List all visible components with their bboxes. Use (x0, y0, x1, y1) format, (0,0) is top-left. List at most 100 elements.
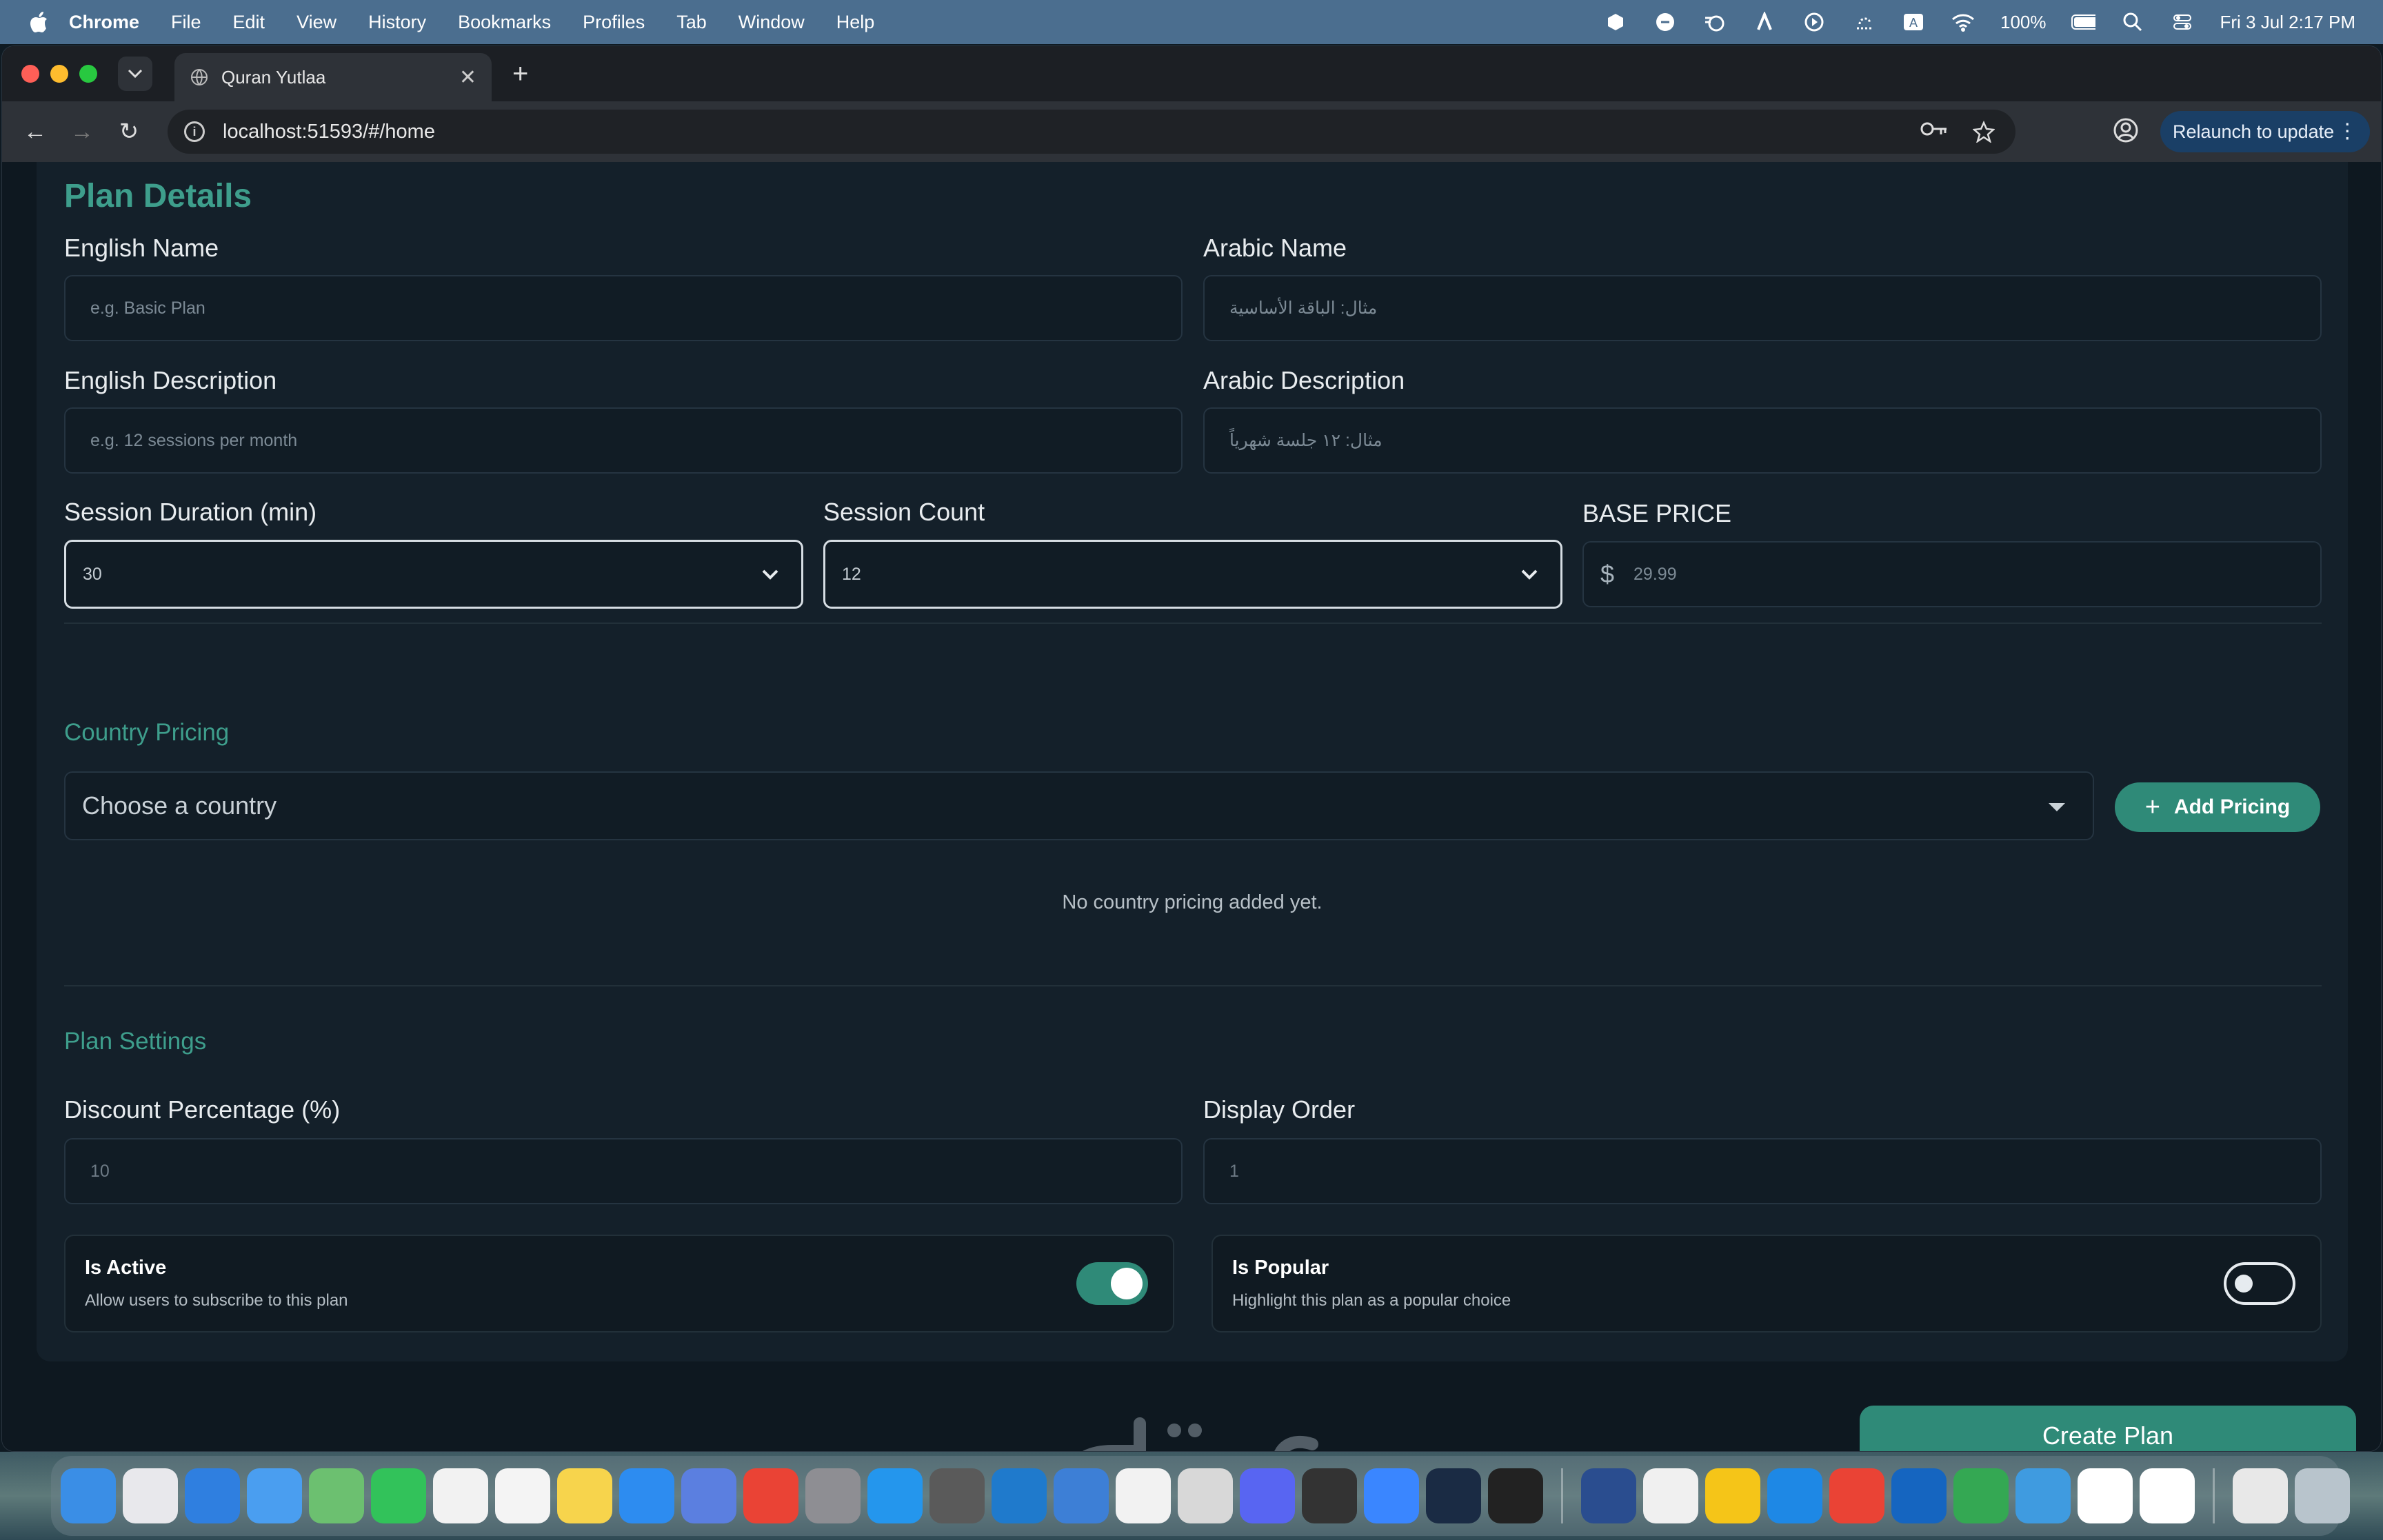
wifi-icon[interactable] (1951, 10, 1975, 34)
chrome-icon[interactable] (743, 1468, 798, 1523)
menu-app-name[interactable]: Chrome (69, 12, 139, 33)
testflight-icon[interactable] (2015, 1468, 2071, 1523)
terminal-icon[interactable] (1302, 1468, 1357, 1523)
weather-icon[interactable] (1702, 10, 1727, 34)
numbers-icon[interactable] (1643, 1468, 1698, 1523)
system-settings-icon[interactable] (805, 1468, 861, 1523)
vscode-icon[interactable] (992, 1468, 1047, 1523)
bookmark-star-icon[interactable] (1973, 121, 1995, 143)
english-description-input[interactable]: e.g. 12 sessions per month (64, 407, 1183, 474)
session-duration-select[interactable]: 30 (64, 540, 803, 609)
is-popular-toggle[interactable] (2224, 1262, 2295, 1305)
arabic-description-input[interactable]: مثال: ١٢ جلسة شهرياً (1203, 407, 2322, 474)
address-bar[interactable]: i localhost:51593/#/home (168, 110, 2015, 154)
notes-icon[interactable] (557, 1468, 612, 1523)
country-select[interactable]: Choose a country (64, 771, 2094, 840)
menu-edit[interactable]: Edit (233, 12, 265, 33)
trash-icon[interactable] (2295, 1468, 2350, 1523)
maps-icon[interactable] (309, 1468, 364, 1523)
quicktime-icon[interactable] (1767, 1468, 1822, 1523)
spotlight-search-icon[interactable] (2120, 10, 2145, 34)
arabic-description-label: Arabic Description (1203, 366, 1405, 394)
menu-view[interactable]: View (296, 12, 336, 33)
tips-icon[interactable] (1705, 1468, 1760, 1523)
battery-icon[interactable] (2071, 10, 2096, 34)
app-store-icon[interactable] (619, 1468, 674, 1523)
menu-history[interactable]: History (368, 12, 426, 33)
more-menu-icon[interactable]: ⋮ (2337, 119, 2357, 143)
apple-icon[interactable] (26, 8, 51, 36)
base-price-input[interactable]: $ 29.99 (1582, 541, 2322, 607)
xcode-icon[interactable] (1581, 1468, 1636, 1523)
mileage-app-icon[interactable] (2078, 1468, 2133, 1523)
device-preview-icon[interactable] (2140, 1468, 2195, 1523)
chat-icon[interactable] (1653, 10, 1678, 34)
add-pricing-button[interactable]: + Add Pricing (2115, 782, 2320, 832)
add-pricing-label: Add Pricing (2173, 796, 2291, 818)
display-order-input[interactable]: 1 (1203, 1138, 2322, 1204)
launchpad-icon[interactable] (123, 1468, 178, 1523)
control-center-icon[interactable] (2170, 10, 2195, 34)
documents-stack-icon[interactable] (2233, 1468, 2288, 1523)
discount-percentage-input[interactable]: 10 (64, 1138, 1183, 1204)
reminders-icon[interactable] (495, 1468, 550, 1523)
mail-icon[interactable] (247, 1468, 302, 1523)
facetime-icon[interactable] (371, 1468, 426, 1523)
menu-profiles[interactable]: Profiles (583, 12, 645, 33)
arc-icon[interactable] (1426, 1468, 1481, 1523)
play-circle-icon[interactable] (1802, 10, 1827, 34)
back-button[interactable]: ← (21, 118, 49, 145)
remote-app-icon[interactable] (1891, 1468, 1947, 1523)
minimize-window-button[interactable] (50, 65, 68, 83)
cloud-icon[interactable] (1851, 10, 1876, 34)
english-description-placeholder: e.g. 12 sessions per month (90, 430, 298, 450)
menu-file[interactable]: File (171, 12, 201, 33)
discord-icon[interactable] (1240, 1468, 1295, 1523)
menubar-clock[interactable]: Fri 3 Jul 2:17 PM (2220, 12, 2355, 33)
cursor-icon[interactable] (1178, 1468, 1233, 1523)
reload-button[interactable]: ↻ (115, 118, 143, 145)
arabic-name-input[interactable]: مثال: الباقة الأساسية (1203, 275, 2322, 341)
android-studio-icon[interactable] (1364, 1468, 1419, 1523)
chrome-profile-icon[interactable] (1829, 1468, 1884, 1523)
zed-icon[interactable] (1488, 1468, 1543, 1523)
whatsapp-icon[interactable] (1116, 1468, 1171, 1523)
site-info-icon[interactable]: i (184, 121, 205, 142)
tab-search-button[interactable] (118, 57, 152, 91)
menu-tab[interactable]: Tab (676, 12, 707, 33)
pen-icon[interactable] (1752, 10, 1777, 34)
create-plan-button[interactable]: Create Plan (1860, 1406, 2356, 1451)
tab-title: Quran Yutlaa (221, 66, 326, 88)
close-tab-icon[interactable]: ✕ (459, 65, 476, 90)
relaunch-update-button[interactable]: Relaunch to update ⋮ (2160, 111, 2371, 152)
menu-window[interactable]: Window (738, 12, 805, 33)
keyboard-input-icon[interactable]: A (1901, 10, 1926, 34)
safari-icon[interactable] (185, 1468, 240, 1523)
tableplus-icon[interactable] (929, 1468, 985, 1523)
docker-icon[interactable] (867, 1468, 923, 1523)
finder-icon[interactable] (61, 1468, 116, 1523)
password-key-icon[interactable] (1920, 121, 1948, 137)
is-active-toggle[interactable] (1076, 1262, 1148, 1305)
session-count-select[interactable]: 12 (823, 540, 1562, 609)
finder-window-icon[interactable] (1054, 1468, 1109, 1523)
close-window-button[interactable] (21, 65, 39, 83)
chevron-down-icon (762, 569, 778, 580)
browser-tab-active[interactable]: Quran Yutlaa ✕ (174, 53, 492, 101)
chrome-app-icon[interactable] (1953, 1468, 2009, 1523)
window-controls (21, 65, 97, 83)
menu-help[interactable]: Help (836, 12, 875, 33)
forward-button[interactable]: → (68, 118, 96, 145)
dock-separator (2213, 1468, 2215, 1523)
cube-icon[interactable] (1603, 10, 1628, 34)
english-name-input[interactable]: e.g. Basic Plan (64, 275, 1183, 341)
toggle-knob (2235, 1275, 2253, 1293)
url-text[interactable]: localhost:51593/#/home (223, 121, 435, 143)
photos-icon[interactable] (433, 1468, 488, 1523)
is-popular-title: Is Popular (1232, 1257, 1329, 1279)
new-tab-button[interactable]: + (512, 59, 528, 90)
profile-avatar-icon[interactable] (2112, 116, 2140, 144)
menu-bookmarks[interactable]: Bookmarks (458, 12, 551, 33)
simulator-icon[interactable] (681, 1468, 736, 1523)
zoom-window-button[interactable] (79, 65, 97, 83)
